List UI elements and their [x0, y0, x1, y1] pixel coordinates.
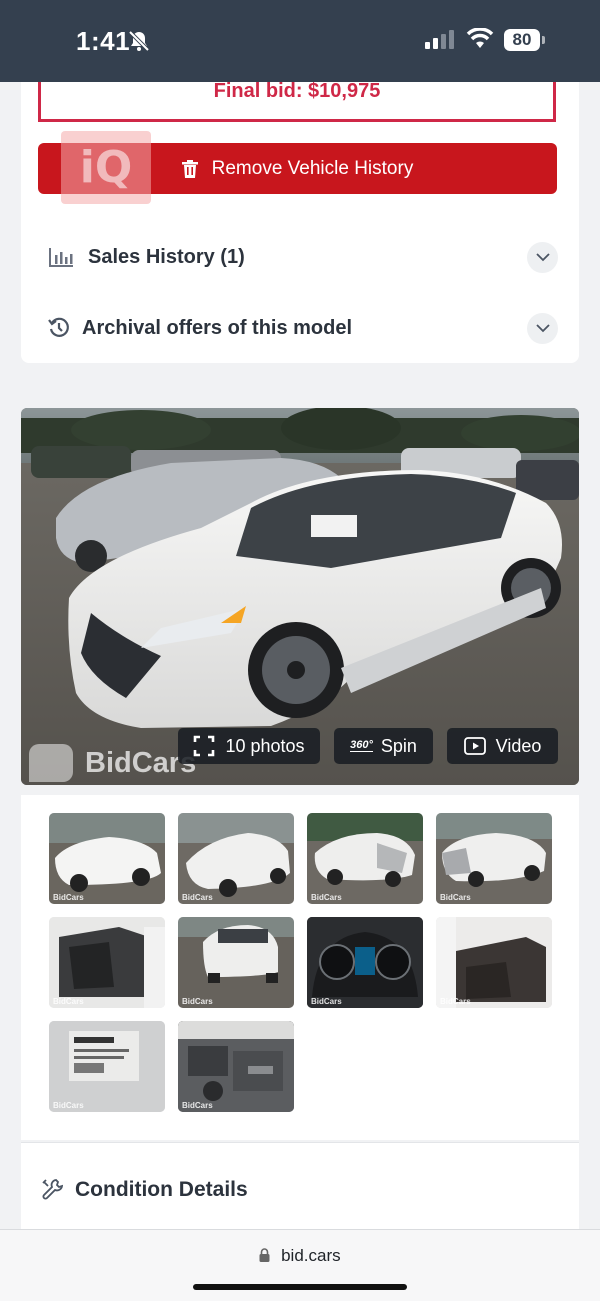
thumbnail-image	[49, 813, 165, 904]
thumbnail-image	[178, 917, 294, 1008]
history-icon	[48, 317, 69, 337]
url-field[interactable]: bid.cars	[0, 1246, 600, 1266]
browser-address-bar[interactable]: bid.cars	[0, 1229, 600, 1301]
remove-vehicle-history-label: Remove Vehicle History	[211, 157, 414, 179]
thumbnail-image	[436, 813, 552, 904]
sales-history-expand-button[interactable]	[527, 241, 558, 273]
battery-nub	[542, 36, 545, 44]
thumbnail-watermark: BidCars	[440, 893, 471, 902]
thumbnail-image	[307, 917, 423, 1008]
condition-details-section: Condition Details	[21, 1142, 579, 1242]
bidcars-watermark: BidCars	[29, 744, 196, 782]
photos-button-label: 10 photos	[225, 735, 305, 756]
status-bar: 1:41 80	[0, 0, 600, 82]
thumbnail-image	[307, 813, 423, 904]
video-button-label: Video	[495, 735, 542, 756]
thumbnail-watermark: BidCars	[182, 893, 213, 902]
thumbnail-watermark: BidCars	[53, 1101, 84, 1110]
thumbnail-8[interactable]: BidCars	[436, 917, 552, 1008]
fullscreen-icon	[194, 735, 215, 757]
thumbnail-watermark: BidCars	[311, 997, 342, 1006]
thumbnail-9[interactable]: BidCars	[49, 1021, 165, 1112]
lock-icon	[259, 1248, 270, 1262]
thumbnail-image	[49, 917, 165, 1008]
photos-button[interactable]: 10 photos	[178, 728, 320, 764]
status-time: 1:41	[76, 26, 131, 56]
archival-offers-accordion[interactable]: Archival offers of this model	[21, 303, 579, 353]
home-indicator[interactable]	[193, 1284, 407, 1290]
spin-button[interactable]: 360° Spin	[334, 728, 433, 764]
wifi-icon	[466, 28, 494, 48]
condition-details-header[interactable]: Condition Details	[41, 1178, 248, 1202]
battery-level: 80	[504, 29, 540, 51]
condition-details-title: Condition Details	[75, 1178, 248, 1201]
bar-chart-icon	[49, 248, 73, 267]
thumbnail-watermark: BidCars	[182, 997, 213, 1006]
thumbnail-image	[178, 1021, 294, 1112]
tools-icon	[42, 1179, 64, 1200]
final-bid-text: Final bid: $10,975	[213, 80, 381, 102]
play-icon	[463, 737, 486, 755]
thumbnail-image	[49, 1021, 165, 1112]
spin-button-label: Spin	[380, 735, 417, 756]
sales-history-label: Sales History (1)	[88, 245, 245, 268]
bidcars-logo-icon	[29, 744, 73, 782]
thumbnail-3[interactable]: BidCars	[307, 813, 423, 904]
url-text: bid.cars	[281, 1246, 341, 1265]
photo-gallery: BidCars BidCars BidCars BidCars BidCars …	[21, 795, 579, 1140]
thumbnail-image	[436, 917, 552, 1008]
archival-offers-expand-button[interactable]	[527, 312, 558, 344]
thumbnail-2[interactable]: BidCars	[178, 813, 294, 904]
trash-icon	[181, 159, 198, 178]
bell-slash-icon	[128, 30, 150, 52]
cellular-signal-icon	[425, 30, 454, 49]
thumbnail-1[interactable]: BidCars	[49, 813, 165, 904]
thumbnail-watermark: BidCars	[182, 1101, 213, 1110]
thumbnail-watermark: BidCars	[53, 893, 84, 902]
thumbnail-4[interactable]: BidCars	[436, 813, 552, 904]
thumbnail-watermark: BidCars	[311, 893, 342, 902]
thumbnail-7[interactable]: BidCars	[307, 917, 423, 1008]
thumbnail-6[interactable]: BidCars	[178, 917, 294, 1008]
thumbnail-image	[178, 813, 294, 904]
archival-offers-label: Archival offers of this model	[82, 316, 353, 339]
iq-badge[interactable]: iQ	[61, 131, 151, 204]
thumbnail-watermark: BidCars	[440, 997, 471, 1006]
chevron-down-icon	[535, 252, 550, 261]
sales-history-accordion[interactable]: Sales History (1)	[21, 232, 579, 282]
video-button[interactable]: Video	[447, 728, 558, 764]
chevron-down-icon	[535, 323, 550, 332]
thumbnail-10[interactable]: BidCars	[178, 1021, 294, 1112]
360-icon: 360°	[350, 739, 373, 752]
thumbnail-5[interactable]: BidCars	[49, 917, 165, 1008]
vehicle-history-card: Final bid: $10,975 Remove Vehicle Histor…	[21, 52, 579, 363]
thumbnail-watermark: BidCars	[53, 997, 84, 1006]
main-vehicle-photo[interactable]: BidCars 10 photos 360° Spin Video	[21, 408, 579, 785]
